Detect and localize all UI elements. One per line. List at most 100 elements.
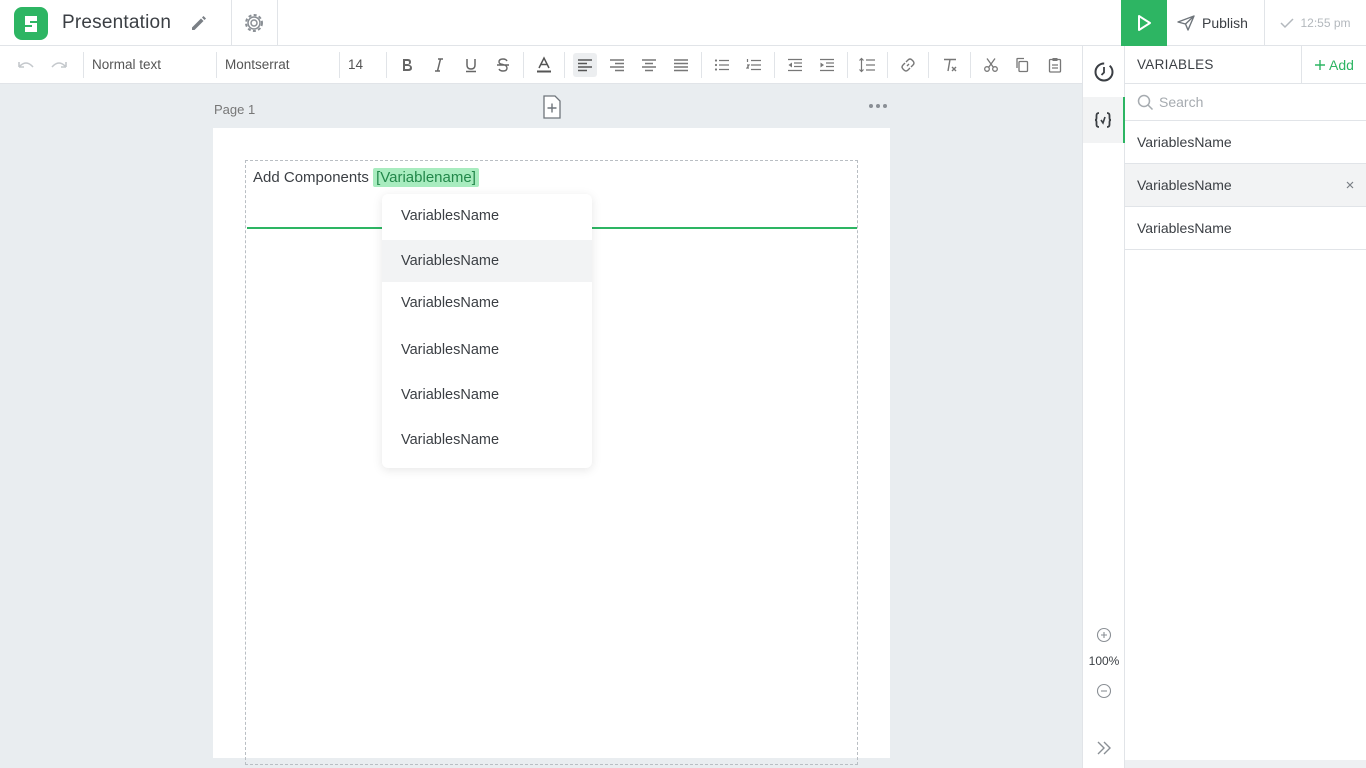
- more-options-icon[interactable]: [866, 99, 890, 113]
- panel-scrollbar[interactable]: [1125, 760, 1366, 768]
- zoom-out-icon[interactable]: [1096, 683, 1112, 699]
- app-logo[interactable]: [14, 7, 48, 40]
- numbered-list-button[interactable]: [742, 53, 766, 77]
- zoom-in-icon[interactable]: [1096, 627, 1112, 643]
- zoom-level: 100%: [1088, 654, 1120, 668]
- variable-list-item[interactable]: VariablesName: [1125, 207, 1366, 250]
- app-header: Presentation Publish 12:55 pm: [0, 0, 1366, 46]
- dropdown-item[interactable]: VariablesName: [382, 240, 592, 282]
- search-input[interactable]: [1159, 90, 1359, 114]
- send-icon: [1177, 15, 1195, 31]
- add-variable-label: Add: [1329, 57, 1354, 73]
- underline-button[interactable]: [459, 53, 483, 77]
- align-left-icon: [578, 59, 592, 72]
- text-style-select[interactable]: Normal text: [92, 57, 161, 72]
- history-icon: [1094, 62, 1114, 82]
- redo-button[interactable]: [47, 53, 71, 77]
- variables-panel: VARIABLES Add VariablesName VariablesNam…: [1125, 46, 1366, 768]
- preview-button[interactable]: [1121, 0, 1167, 46]
- dropdown-item[interactable]: VariablesName: [382, 419, 592, 461]
- italic-icon: [435, 58, 443, 72]
- outdent-icon: [788, 58, 802, 72]
- close-icon[interactable]: [1344, 179, 1356, 191]
- indent-button[interactable]: [815, 53, 839, 77]
- toolbar-separator: [887, 52, 888, 78]
- page-label: Page 1: [214, 102, 256, 117]
- gear-icon[interactable]: [241, 10, 267, 36]
- bullet-list-icon: [714, 59, 729, 71]
- link-button[interactable]: [896, 53, 920, 77]
- double-chevron-right-icon[interactable]: [1095, 739, 1113, 757]
- line-height-icon: [859, 57, 875, 73]
- dropdown-item[interactable]: VariablesName: [382, 374, 592, 416]
- toolbar-separator: [847, 52, 848, 78]
- publish-label: Publish: [1202, 15, 1248, 31]
- clear-format-icon: [944, 58, 957, 72]
- bold-icon: [403, 59, 412, 71]
- header-divider: [277, 0, 278, 46]
- add-variable-button[interactable]: Add: [1301, 46, 1366, 84]
- search-icon: [1137, 94, 1154, 111]
- header-divider: [231, 0, 232, 46]
- side-rail: 100%: [1082, 46, 1125, 768]
- font-size-select[interactable]: 14: [348, 57, 363, 72]
- cut-button[interactable]: [979, 53, 1003, 77]
- paste-button[interactable]: [1043, 53, 1067, 77]
- variable-name: VariablesName: [1137, 177, 1232, 193]
- toolbar-separator: [386, 52, 387, 78]
- plus-icon: [1315, 60, 1326, 70]
- toolbar-separator: [523, 52, 524, 78]
- font-family-select[interactable]: Montserrat: [225, 57, 290, 72]
- variables-panel-title: VARIABLES: [1137, 57, 1214, 72]
- bold-button[interactable]: [395, 53, 419, 77]
- variable-name: VariablesName: [1137, 134, 1232, 150]
- line-height-button[interactable]: [855, 53, 879, 77]
- clipboard-icon: [1048, 58, 1062, 73]
- align-left-button[interactable]: [573, 53, 597, 77]
- logo-s-icon: [25, 15, 37, 32]
- align-justify-icon: [674, 59, 688, 72]
- component-text: Add Components: [253, 169, 369, 186]
- dropdown-item[interactable]: VariablesName: [382, 282, 592, 324]
- variable-chip[interactable]: [Variablename]: [373, 168, 479, 187]
- toolbar-separator: [774, 52, 775, 78]
- copy-button[interactable]: [1010, 53, 1034, 77]
- variables-tab[interactable]: [1083, 97, 1125, 143]
- copy-icon: [1016, 57, 1029, 73]
- align-center-icon: [642, 59, 656, 72]
- play-icon: [1138, 15, 1151, 31]
- pencil-icon[interactable]: [189, 13, 209, 33]
- indent-icon: [820, 58, 834, 72]
- variable-list-item[interactable]: VariablesName: [1125, 164, 1366, 207]
- bullet-list-button[interactable]: [710, 53, 734, 77]
- variable-list-item[interactable]: VariablesName: [1125, 121, 1366, 164]
- saved-time: 12:55 pm: [1300, 16, 1351, 30]
- variable-dropdown: VariablesName VariablesName VariablesNam…: [382, 194, 592, 468]
- align-right-button[interactable]: [605, 53, 629, 77]
- align-right-icon: [610, 59, 624, 72]
- link-icon: [901, 58, 915, 72]
- outdent-button[interactable]: [783, 53, 807, 77]
- saved-status: 12:55 pm: [1264, 0, 1366, 46]
- publish-button[interactable]: Publish: [1167, 0, 1263, 46]
- component-text-line[interactable]: Add Components [Variablename]: [253, 168, 479, 187]
- toolbar-separator: [83, 52, 84, 78]
- clear-format-button[interactable]: [938, 53, 962, 77]
- undo-icon: [18, 62, 34, 68]
- toolbar-separator: [701, 52, 702, 78]
- italic-button[interactable]: [427, 53, 451, 77]
- dropdown-item[interactable]: VariablesName: [382, 195, 592, 237]
- variables-panel-header: VARIABLES Add: [1125, 46, 1366, 84]
- undo-button[interactable]: [14, 53, 38, 77]
- strikethrough-button[interactable]: [491, 53, 515, 77]
- align-justify-button[interactable]: [669, 53, 693, 77]
- align-center-button[interactable]: [637, 53, 661, 77]
- variable-search: [1125, 84, 1366, 121]
- toolbar-separator: [970, 52, 971, 78]
- document-title[interactable]: Presentation: [62, 12, 171, 34]
- toolbar-separator: [339, 52, 340, 78]
- text-color-button[interactable]: [532, 53, 556, 77]
- history-button[interactable]: [1083, 49, 1125, 95]
- add-page-icon[interactable]: [542, 95, 562, 119]
- dropdown-item[interactable]: VariablesName: [382, 329, 592, 371]
